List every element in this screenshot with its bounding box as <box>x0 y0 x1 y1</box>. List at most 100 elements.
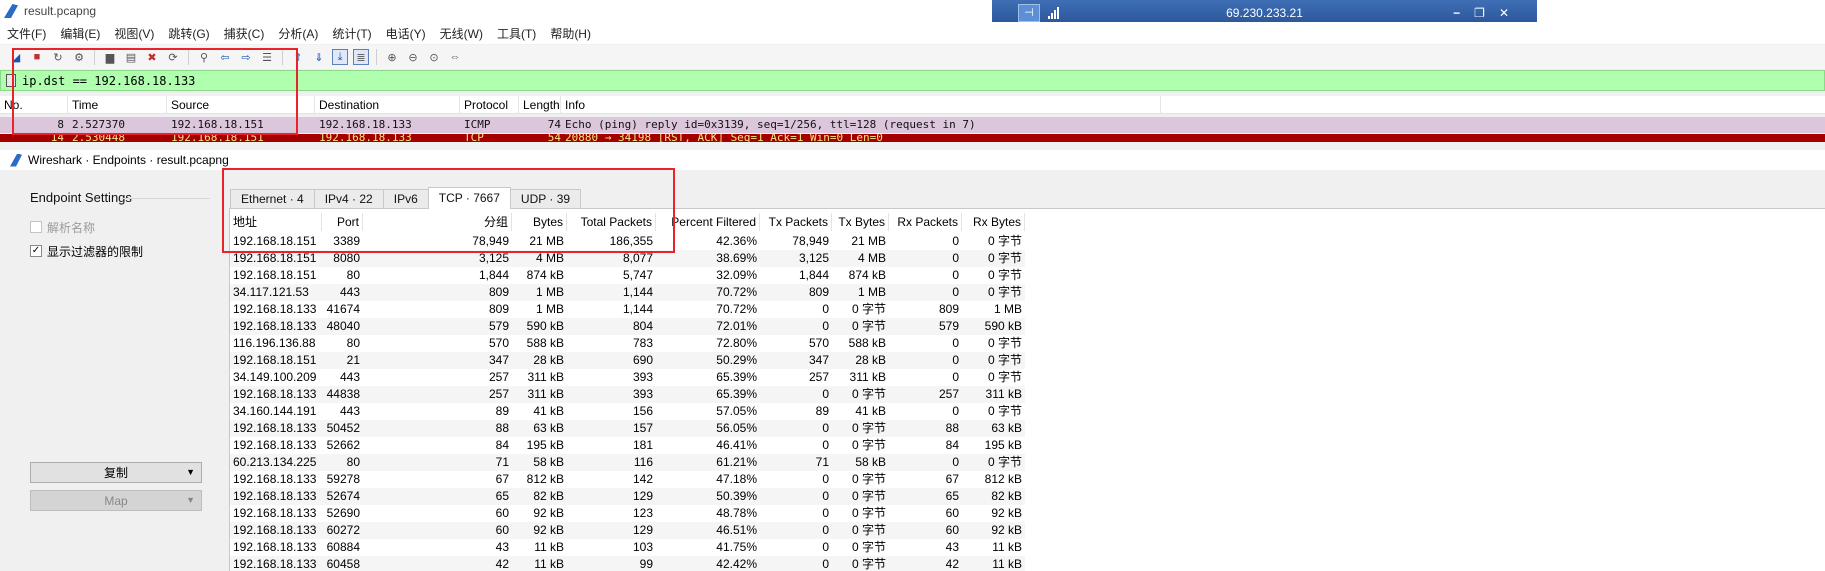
endpoints-column-header[interactable]: Port <box>322 213 363 231</box>
table-row[interactable]: 116.196.136.88 80 570 588 kB 783 72.80% 570 588… <box>230 335 1025 352</box>
tab-endpoint-type[interactable]: TCP · 7667 <box>427 187 511 209</box>
endpoints-column-header[interactable]: Total Packets <box>567 213 656 231</box>
packet-column-header[interactable]: No. <box>0 95 68 114</box>
table-row[interactable]: 34.160.144.191 443 89 41 kB 156 57.05% 89 41 kB… <box>230 403 1025 420</box>
minimize-icon[interactable]: − <box>1453 6 1460 20</box>
packet-column-header[interactable]: Info <box>561 95 1161 114</box>
table-cell: 0 字节 <box>851 557 886 571</box>
menu-item[interactable]: 无线(W) <box>433 25 490 42</box>
menu-item[interactable]: 电话(Y) <box>379 25 433 42</box>
restore-icon[interactable]: ❐ <box>1474 6 1485 20</box>
map-button[interactable]: Map ▼ <box>30 490 202 511</box>
resolve-names-option[interactable]: 解析名称 <box>30 215 202 239</box>
menu-item[interactable]: 统计(T) <box>325 25 378 42</box>
table-row[interactable]: 192.168.18.133 60272 60 92 kB 129 46.51% 0 0 字节… <box>230 522 1025 539</box>
restart-icon[interactable]: ↻ <box>50 49 66 65</box>
table-row[interactable]: 192.168.18.133 50452 88 63 kB 157 56.05% 0 0 字节… <box>230 420 1025 437</box>
packet-row[interactable]: 14 2.530448 192.168.18.151 192.168.18.133 TC… <box>0 134 1825 142</box>
tab-endpoint-type[interactable]: IPv6 <box>382 189 429 209</box>
copy-button[interactable]: 复制 ▼ <box>30 462 202 483</box>
resize-columns-icon[interactable]: ⇔ <box>447 49 463 65</box>
table-cell: 60 <box>945 523 959 537</box>
packet-column-header[interactable]: Destination <box>315 95 460 114</box>
table-cell: 0 <box>952 370 959 384</box>
menu-item[interactable]: 捕获(C) <box>217 25 272 42</box>
resolve-names-checkbox[interactable] <box>30 221 42 233</box>
table-row[interactable]: 192.168.18.133 52674 65 82 kB 129 50.39% 0 0 字节… <box>230 488 1025 505</box>
table-cell: 192.168.18.133 <box>233 472 317 486</box>
table-row[interactable]: 192.168.18.133 52662 84 195 kB 181 46.41% 0 0 字… <box>230 437 1025 454</box>
table-row[interactable]: 192.168.18.133 48040 579 590 kB 804 72.01% 0 0 … <box>230 318 1025 335</box>
endpoints-column-header[interactable]: Tx Bytes <box>832 213 889 231</box>
endpoints-column-header[interactable]: Rx Packets <box>889 213 962 231</box>
shark-fin-start-icon[interactable]: ◢ <box>8 49 24 65</box>
table-row[interactable]: 60.213.134.225 80 71 58 kB 116 61.21% 71 58 kB 0… <box>230 454 1025 471</box>
packet-column-header[interactable]: Protocol <box>460 95 519 114</box>
endpoints-column-header[interactable]: 地址 <box>230 213 322 231</box>
table-row[interactable]: 192.168.18.151 21 347 28 kB 690 50.29% 347 28 k… <box>230 352 1025 369</box>
table-cell: 67 <box>945 472 959 486</box>
table-cell: 65 <box>945 489 959 503</box>
resolve-names-label: 解析名称 <box>47 220 96 235</box>
menu-item[interactable]: 工具(T) <box>490 25 543 42</box>
go-first-icon[interactable]: ⇑ <box>290 49 306 65</box>
tab-endpoint-type[interactable]: Ethernet · 4 <box>230 189 315 209</box>
go-back-icon[interactable]: ⇦ <box>217 49 233 65</box>
zoom-out-icon[interactable]: ⊖ <box>405 49 421 65</box>
open-file-icon[interactable]: ▆ <box>102 49 118 65</box>
packet-column-header[interactable]: Length <box>519 95 561 114</box>
toolbar-separator <box>376 49 377 65</box>
table-row[interactable]: 192.168.18.133 60458 42 11 kB 99 42.42% 0 0 字节 4… <box>230 556 1025 571</box>
endpoints-column-header[interactable]: Percent Filtered <box>656 213 760 231</box>
close-icon[interactable]: ✕ <box>1499 6 1509 20</box>
chevron-down-icon: ▼ <box>186 467 195 477</box>
reload-icon[interactable]: ⟳ <box>165 49 181 65</box>
table-row[interactable]: 192.168.18.133 41674 809 1 MB 1,144 70.72% 0 0 … <box>230 301 1025 318</box>
endpoints-column-header[interactable]: Rx Bytes <box>962 213 1025 231</box>
go-to-packet-icon[interactable]: ☰ <box>259 49 275 65</box>
endpoints-column-header[interactable]: Bytes <box>512 213 567 231</box>
table-cell: 50.29% <box>716 353 757 367</box>
menu-item[interactable]: 分析(A) <box>271 25 325 42</box>
colorize-icon[interactable]: ≣ <box>353 49 369 65</box>
table-row[interactable]: 192.168.18.133 52690 60 92 kB 123 48.78% 0 0 字节… <box>230 505 1025 522</box>
table-cell: 89 <box>495 404 509 418</box>
table-row[interactable]: 34.149.100.209 443 257 311 kB 393 65.39% 257 31… <box>230 369 1025 386</box>
table-cell: 59278 <box>326 472 360 486</box>
save-file-icon[interactable]: ▤ <box>123 49 139 65</box>
menu-item[interactable]: 编辑(E) <box>53 25 107 42</box>
table-row[interactable]: 192.168.18.151 3389 78,949 21 MB 186,355 42.3… <box>230 233 1025 250</box>
menu-item[interactable]: 帮助(H) <box>543 25 598 42</box>
find-packet-icon[interactable]: ⚲ <box>196 49 212 65</box>
table-cell: 257 <box>938 387 959 401</box>
table-row[interactable]: 192.168.18.133 44838 257 311 kB 393 65.39% 0 0 … <box>230 386 1025 403</box>
limit-to-filter-option[interactable]: ✓ 显示过滤器的限制 <box>30 239 202 263</box>
menu-item[interactable]: 跳转(G) <box>161 25 216 42</box>
packet-column-header[interactable]: Time <box>68 95 167 114</box>
table-row[interactable]: 34.117.121.53 443 809 1 MB 1,144 70.72% 809 1 M… <box>230 284 1025 301</box>
menu-item[interactable]: 文件(F) <box>0 25 53 42</box>
limit-to-filter-checkbox[interactable]: ✓ <box>30 245 42 257</box>
table-row[interactable]: 192.168.18.151 8080 3,125 4 MB 8,077 38.69% 3,… <box>230 250 1025 267</box>
endpoints-column-header[interactable]: Tx Packets <box>760 213 832 231</box>
endpoints-column-header[interactable]: 分组 <box>363 213 512 231</box>
table-cell: 0 字节 <box>987 285 1022 299</box>
display-filter-input[interactable] <box>22 71 622 90</box>
stop-icon[interactable]: ■ <box>29 49 45 65</box>
go-forward-icon[interactable]: ⇨ <box>238 49 254 65</box>
autoscroll-icon[interactable]: ⤓ <box>332 49 348 65</box>
zoom-in-icon[interactable]: ⊕ <box>384 49 400 65</box>
packet-row[interactable]: 8 2.527370 192.168.18.151 192.168.18.133 ICM… <box>0 117 1825 133</box>
table-row[interactable]: 192.168.18.133 60884 43 11 kB 103 41.75% 0 0 字节… <box>230 539 1025 556</box>
menu-item[interactable]: 视图(V) <box>107 25 161 42</box>
tab-endpoint-type[interactable]: UDP · 39 <box>509 189 582 209</box>
close-file-icon[interactable]: ✖ <box>144 49 160 65</box>
table-row[interactable]: 192.168.18.151 80 1,844 874 kB 5,747 32.09% 1,… <box>230 267 1025 284</box>
table-row[interactable]: 192.168.18.133 59278 67 812 kB 142 47.18% 0 0 字… <box>230 471 1025 488</box>
zoom-normal-icon[interactable]: ⊙ <box>426 49 442 65</box>
go-last-icon[interactable]: ⇓ <box>311 49 327 65</box>
tab-endpoint-type[interactable]: IPv4 · 22 <box>313 189 384 209</box>
filter-bookmark-icon[interactable] <box>6 74 16 87</box>
capture-options-icon[interactable]: ⚙ <box>71 49 87 65</box>
packet-column-header[interactable]: Source <box>167 95 315 114</box>
